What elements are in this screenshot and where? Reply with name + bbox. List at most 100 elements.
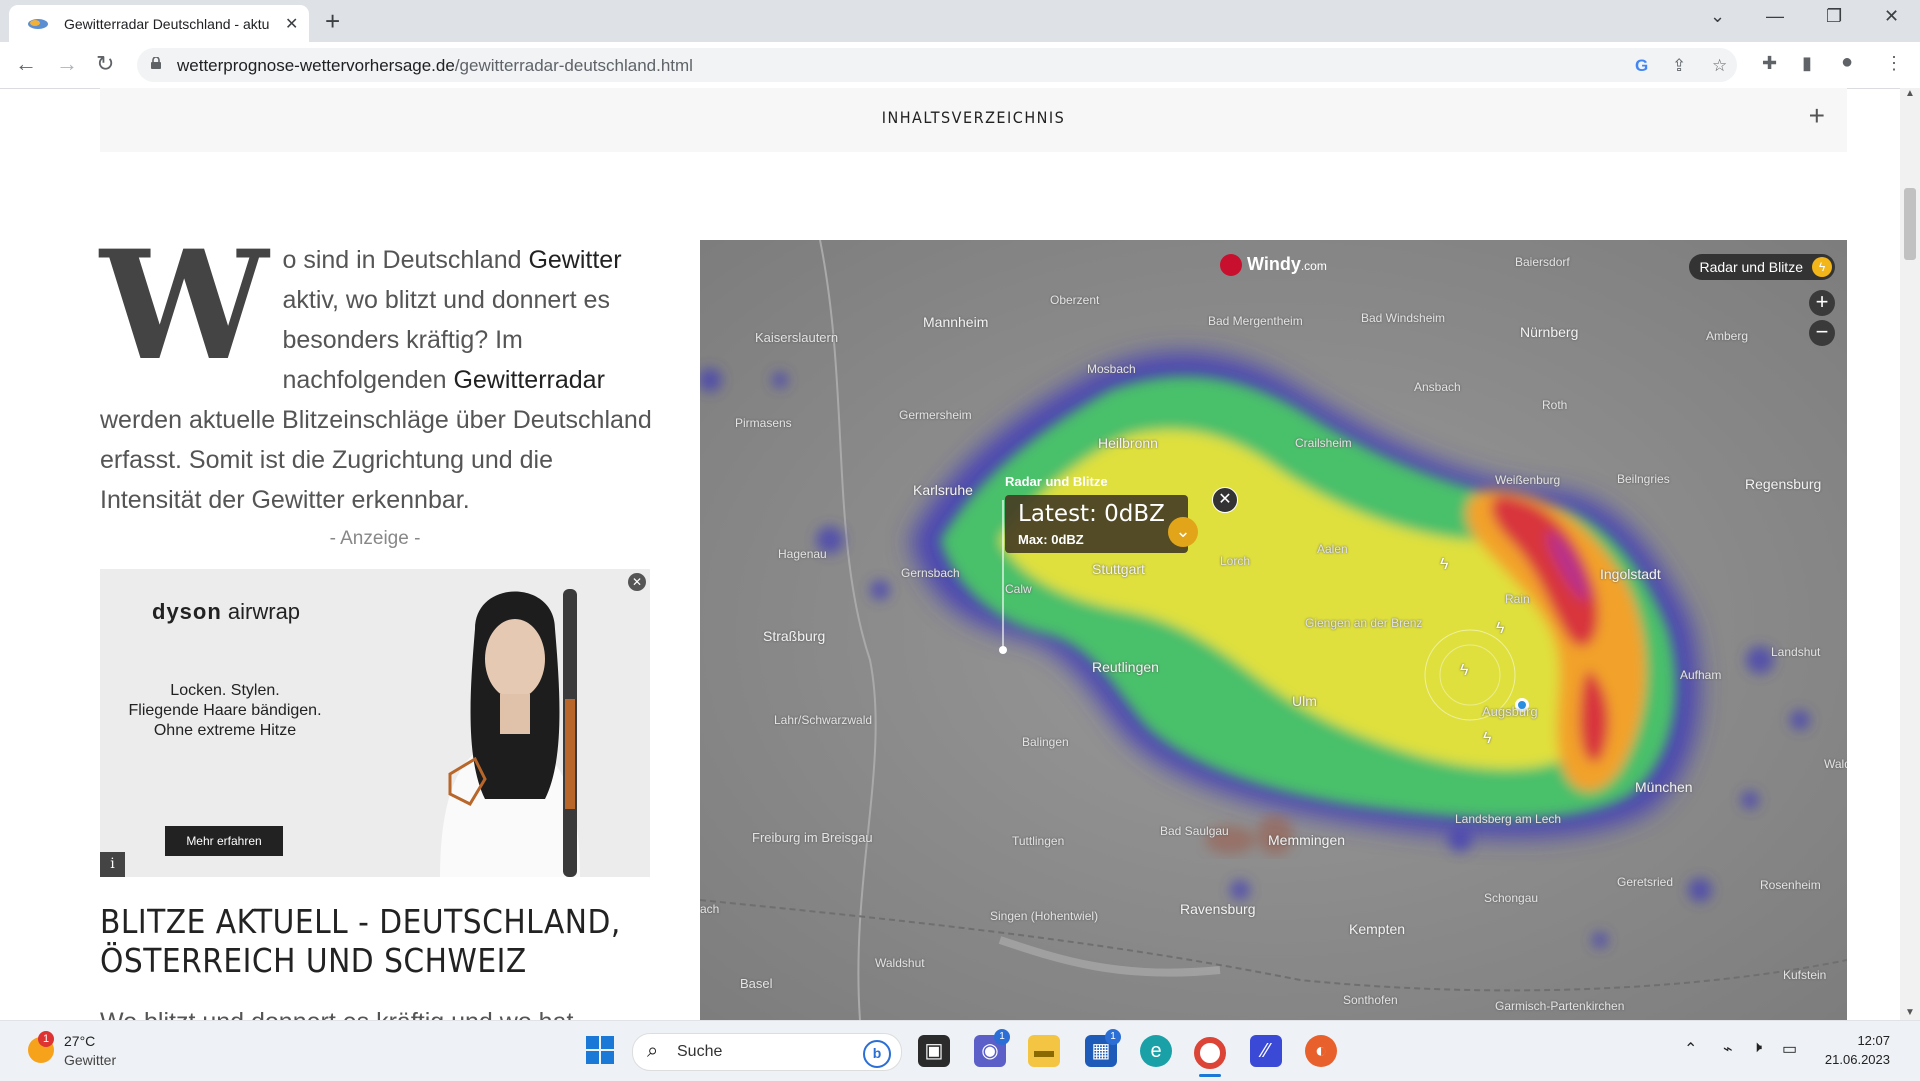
city-label: Reutlingen xyxy=(1092,659,1159,675)
advertisement-banner[interactable]: dyson airwrap Locken. Stylen. Fliegende … xyxy=(100,569,650,877)
scroll-up-arrow-icon[interactable]: ▲ xyxy=(1905,88,1915,99)
city-label: Ingolstadt xyxy=(1600,566,1661,582)
ad-close-icon[interactable]: ✕ xyxy=(628,573,646,591)
expand-plus-icon[interactable]: + xyxy=(1809,100,1825,132)
layer-label: Radar und Blitze xyxy=(1699,259,1803,275)
city-label: Aufham xyxy=(1680,668,1722,682)
city-label: München xyxy=(1635,779,1693,795)
tray-overflow-chevron-icon[interactable]: ⌃ xyxy=(1684,1039,1697,1059)
address-bar[interactable]: wetterprognose-wettervorhersage.de/gewit… xyxy=(137,48,1737,82)
teams-chat-icon[interactable]: ◉ 1 xyxy=(974,1029,1010,1067)
city-label: Nürnberg xyxy=(1520,324,1579,340)
ad-info-icon[interactable]: i xyxy=(100,852,125,877)
system-clock[interactable]: 12:07 21.06.2023 xyxy=(1825,1031,1890,1069)
search-icon: ⌕ xyxy=(647,1040,659,1062)
tab-title: Gewitterradar Deutschland - aktu xyxy=(64,16,270,32)
bing-icon[interactable]: b xyxy=(863,1040,891,1068)
back-arrow-icon[interactable]: ← xyxy=(15,51,37,77)
table-of-contents-toggle[interactable]: INHALTSVERZEICHNIS + xyxy=(100,88,1847,152)
city-label: Ansbach xyxy=(1414,380,1461,394)
battery-icon[interactable]: ▭ xyxy=(1782,1039,1797,1059)
city-label: Straßburg xyxy=(763,628,826,644)
city-label: Regensburg xyxy=(1745,476,1822,492)
section-heading: BLITZE AKTUELL - DEUTSCHLAND, ÖSTERREICH… xyxy=(100,902,621,980)
layer-selector-button[interactable]: Radar und Blitze ϟ xyxy=(1689,254,1835,280)
google-translate-icon[interactable]: G xyxy=(1635,56,1648,76)
new-tab-button[interactable]: + xyxy=(325,6,340,37)
minimize-button[interactable]: — xyxy=(1766,6,1784,27)
zoom-out-button[interactable]: − xyxy=(1809,320,1835,346)
tab-search-icon[interactable]: ⌄ xyxy=(1710,6,1725,27)
city-label: Waldshut xyxy=(875,956,925,970)
city-label: Rosenheim xyxy=(1760,878,1821,892)
share-icon[interactable]: ⇪ xyxy=(1672,56,1686,76)
city-label: Mosbach xyxy=(1087,362,1136,376)
city-label: ach xyxy=(700,902,720,916)
city-label: Ravensburg xyxy=(1180,901,1256,917)
popup-latest-value: Latest: 0dBZ xyxy=(1018,501,1165,527)
edge-browser-icon[interactable]: e xyxy=(1140,1035,1172,1067)
city-label: Kaiserslautern xyxy=(755,330,839,345)
radar-info-popup[interactable]: Radar und Blitze Latest: 0dBZ Max: 0dBZ … xyxy=(1005,474,1198,553)
city-label: Germersheim xyxy=(899,408,972,422)
close-window-button[interactable]: ✕ xyxy=(1884,6,1899,27)
city-label: Sonthofen xyxy=(1343,993,1398,1007)
city-label: Mannheim xyxy=(923,314,989,330)
city-label: Giengen an der Brenz xyxy=(1305,616,1423,630)
city-label: Kufstein xyxy=(1783,968,1827,982)
city-label: Aalen xyxy=(1317,542,1348,556)
city-label: Bad Mergentheim xyxy=(1208,314,1303,328)
menu-kebab-icon[interactable]: ⋮ xyxy=(1885,53,1903,74)
city-label: Freiburg im Breisgau xyxy=(752,830,873,845)
restore-button[interactable]: ❐ xyxy=(1826,6,1842,27)
zoom-in-button[interactable]: + xyxy=(1809,290,1835,316)
city-label: Weißenburg xyxy=(1495,473,1561,487)
drop-cap: W xyxy=(100,218,269,394)
city-label: Calw xyxy=(1005,582,1032,596)
ad-cta-button[interactable]: Mehr erfahren xyxy=(165,826,283,856)
profile-avatar-icon[interactable]: ● xyxy=(1841,51,1853,74)
side-panel-icon[interactable]: ▮ xyxy=(1802,53,1812,74)
microsoft-store-icon[interactable]: ▦ 1 xyxy=(1085,1029,1121,1067)
reload-icon[interactable]: ↻ xyxy=(96,51,114,77)
city-label: Singen (Hohentwiel) xyxy=(990,909,1099,923)
windows-start-icon[interactable] xyxy=(584,1035,616,1067)
firefox-icon[interactable]: ◐ xyxy=(1305,1035,1337,1067)
forward-arrow-icon[interactable]: → xyxy=(56,51,78,77)
city-label: Oberzent xyxy=(1050,293,1100,307)
file-explorer-icon[interactable]: ▬ xyxy=(1028,1035,1060,1067)
city-label: Kempten xyxy=(1349,921,1406,937)
chevron-down-icon[interactable]: ⌄ xyxy=(1168,517,1198,547)
network-icon[interactable]: ⌁ xyxy=(1723,1039,1733,1059)
clock-time: 12:07 xyxy=(1857,1033,1890,1048)
city-label: Lahr/Schwarzwald xyxy=(774,713,873,727)
windy-logo[interactable]: Windy.com xyxy=(1220,254,1327,277)
ad-copy-line2: Fliegende Haare bändigen. xyxy=(128,702,322,719)
city-label: Geretsried xyxy=(1617,875,1674,889)
scroll-down-arrow-icon[interactable]: ▼ xyxy=(1905,1007,1915,1018)
city-label: Landshut xyxy=(1771,645,1821,659)
radar-map[interactable]: ϟ ϟ ϟ ϟ Kaiserslautern Mannheim Oberzent… xyxy=(700,240,1847,1020)
task-view-icon[interactable]: ▣ xyxy=(918,1035,950,1067)
taskbar-search-box[interactable]: ⌕ Suche b xyxy=(632,1033,902,1071)
app-icon[interactable]: ⁄⁄ xyxy=(1250,1035,1282,1067)
weather-temperature: 27°C xyxy=(64,1033,96,1049)
city-label: Ulm xyxy=(1292,693,1317,709)
browser-toolbar: ← → ↻ wetterprognose-wettervorhersage.de… xyxy=(0,42,1920,89)
browser-tab[interactable]: Gewitterradar Deutschland - aktu ✕ xyxy=(9,5,309,42)
page-scrollbar[interactable]: ▲ ▼ xyxy=(1900,88,1920,1020)
city-label: Schongau xyxy=(1484,891,1539,905)
city-label: Beilngries xyxy=(1617,472,1670,486)
chrome-browser-icon[interactable] xyxy=(1194,1037,1226,1069)
volume-muted-icon[interactable]: 🕨 xyxy=(1752,1039,1762,1057)
city-label: Crailsheim xyxy=(1295,436,1352,450)
weather-badge: 1 xyxy=(38,1031,54,1047)
city-label: Augsburg xyxy=(1482,704,1538,719)
url-text: wetterprognose-wettervorhersage.de/gewit… xyxy=(177,56,693,75)
city-label: Tuttlingen xyxy=(1012,834,1065,848)
bookmark-star-icon[interactable]: ☆ xyxy=(1712,56,1727,76)
popup-close-icon[interactable]: ✕ xyxy=(1212,487,1238,513)
extensions-icon[interactable]: ✚ xyxy=(1762,53,1777,74)
scrollbar-thumb[interactable] xyxy=(1904,188,1916,260)
tab-close-icon[interactable]: ✕ xyxy=(285,14,298,34)
